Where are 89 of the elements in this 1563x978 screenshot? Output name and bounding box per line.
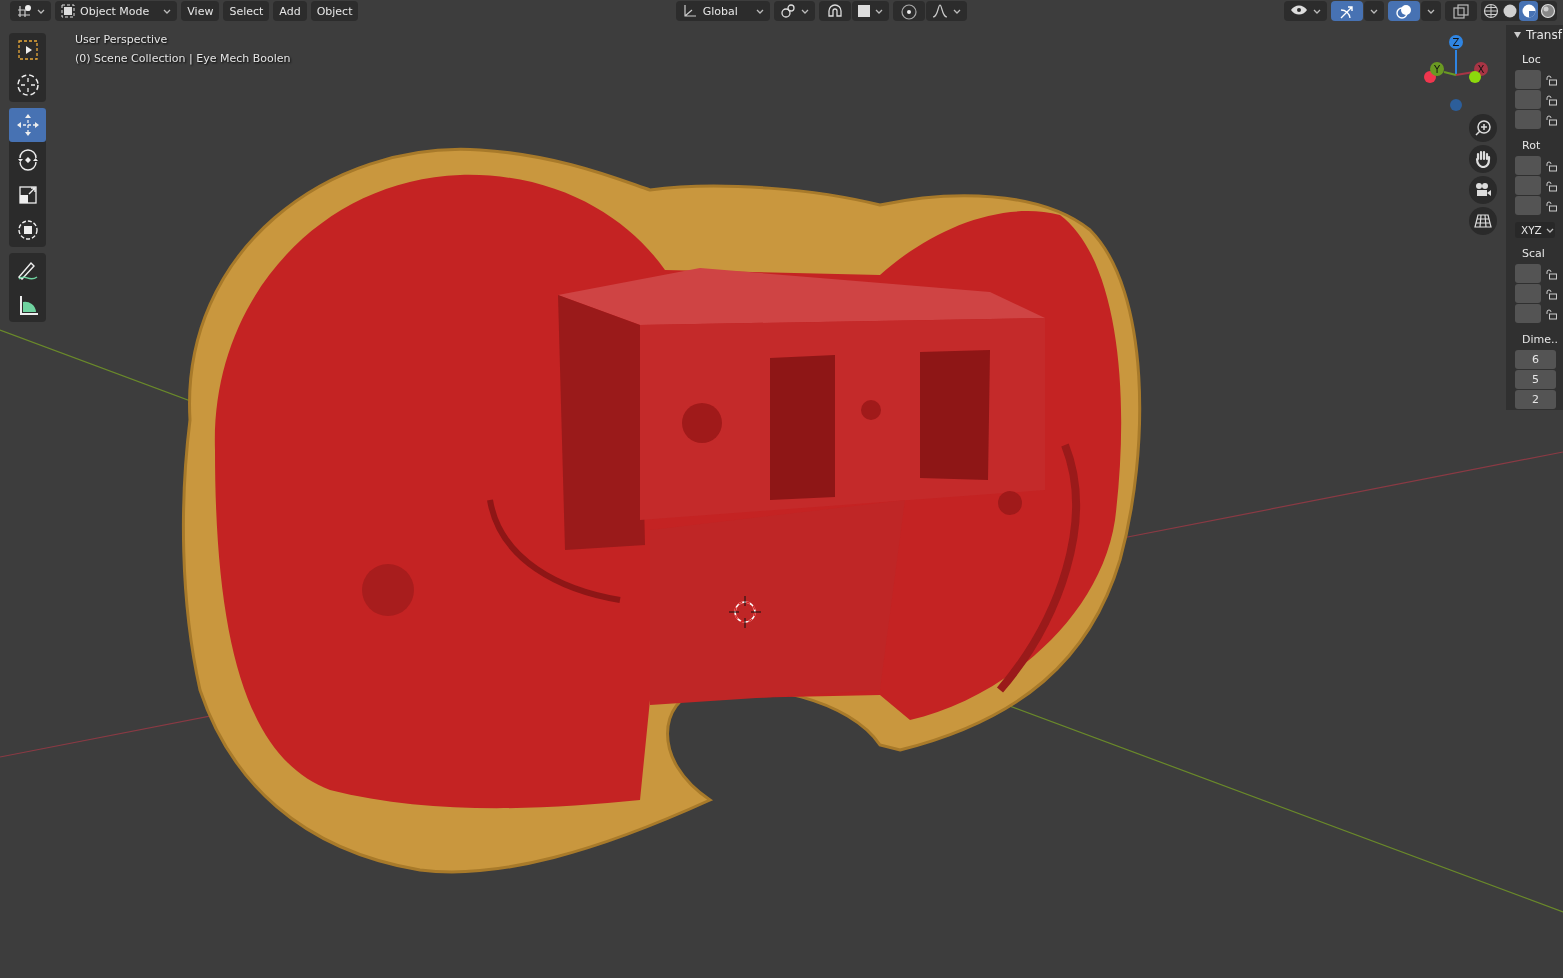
chevron-icon (163, 8, 172, 14)
rendered-shading-button[interactable] (1538, 1, 1557, 21)
chevron-icon (800, 8, 809, 14)
3d-cursor-icon (728, 595, 762, 629)
location-label: Loc (1522, 53, 1542, 67)
material-shading-button[interactable] (1519, 1, 1538, 21)
wireframe-shading-icon (1482, 3, 1499, 19)
dimension-field[interactable]: 2 (1515, 390, 1556, 409)
menu-button[interactable]: View (181, 1, 220, 21)
number-field[interactable] (1515, 284, 1541, 303)
overlays-icon (1394, 2, 1414, 20)
solid-shading-icon (1501, 3, 1518, 19)
chevron-icon (1427, 8, 1435, 14)
unlocked-padlock-icon[interactable] (1545, 160, 1557, 172)
gizmos-toggle[interactable] (1331, 1, 1363, 21)
falloff-curve-icon (931, 4, 948, 18)
chevron-icon (1545, 227, 1554, 233)
cursor-tool-icon (14, 72, 41, 98)
overlays-toggle[interactable] (1388, 1, 1420, 21)
dimensions-label: Dime.. (1522, 333, 1559, 346)
object-square-icon (61, 4, 75, 18)
grid-icon (1474, 213, 1492, 229)
pivot-dropdown[interactable] (773, 1, 815, 21)
editor-type-dropdown[interactable] (10, 1, 51, 21)
expanded-triangle-icon[interactable] (1514, 31, 1521, 38)
number-field[interactable] (1515, 110, 1541, 130)
falloff-dropdown[interactable] (925, 1, 967, 21)
view-name: User Perspective (75, 33, 169, 46)
axes-globe-icon (16, 4, 32, 18)
unlocked-padlock-icon[interactable] (1545, 200, 1557, 212)
number-field[interactable] (1515, 196, 1541, 216)
zoom-button[interactable] (1469, 114, 1497, 142)
number-field[interactable] (1515, 156, 1541, 176)
chevron-icon (874, 8, 883, 14)
linked-circles-icon (779, 3, 796, 19)
wireframe-shading-button[interactable] (1481, 1, 1500, 21)
chevron-icon (755, 8, 764, 14)
perspective-toggle-button[interactable] (1469, 207, 1497, 235)
xray-toggle[interactable] (1445, 1, 1477, 21)
gizmo-options-dropdown[interactable] (1364, 1, 1384, 21)
chevron-icon (1370, 8, 1378, 14)
proportional-toggle[interactable] (892, 1, 925, 21)
negative-x-axis-handle[interactable] (1469, 71, 1481, 83)
dimension-field[interactable]: 6 (1515, 350, 1556, 369)
movie-camera-icon (1474, 182, 1492, 198)
menu-button[interactable]: Add (273, 1, 307, 21)
y-axis-handle[interactable]: Y (1430, 62, 1444, 76)
snap-toggle[interactable] (818, 1, 851, 21)
unlocked-padlock-icon[interactable] (1545, 308, 1557, 320)
number-field[interactable] (1515, 176, 1541, 196)
pan-button[interactable] (1469, 145, 1497, 173)
chevron-icon (952, 8, 961, 14)
visibility-dropdown[interactable] (1284, 1, 1327, 21)
axes-icon (681, 3, 698, 19)
negative-z-axis-handle[interactable] (1450, 99, 1462, 111)
panel-title[interactable]: Transf (1526, 27, 1562, 42)
hand-icon (1475, 150, 1491, 168)
move-tool-button[interactable] (9, 108, 46, 142)
rendered-shading-icon (1539, 3, 1556, 19)
menu-button[interactable]: Object (310, 1, 359, 21)
overlay-options-dropdown[interactable] (1421, 1, 1441, 21)
orientation-dropdown[interactable]: Global (675, 1, 770, 21)
unlocked-padlock-icon[interactable] (1545, 288, 1557, 300)
square-icon (857, 5, 870, 17)
rotation-label: Rot (1522, 139, 1542, 153)
unlocked-padlock-icon[interactable] (1545, 74, 1557, 86)
unlocked-padlock-icon[interactable] (1545, 180, 1557, 192)
proportional-icon (898, 2, 919, 20)
dimension-field[interactable]: 5 (1515, 370, 1556, 389)
unlocked-padlock-icon[interactable] (1545, 268, 1557, 280)
xray-icon (1451, 2, 1471, 20)
chevron-icon (1313, 8, 1321, 14)
scale-label: Scal (1522, 247, 1546, 260)
number-field[interactable] (1515, 304, 1541, 323)
number-field[interactable] (1515, 70, 1541, 90)
number-field[interactable] (1515, 264, 1541, 283)
rotation-mode-dropdown[interactable]: XYZ (1515, 222, 1555, 238)
zoom-icon (1474, 119, 1492, 137)
number-field[interactable] (1515, 90, 1541, 110)
mode-dropdown[interactable]: Object Mode (55, 1, 178, 21)
unlocked-padlock-icon[interactable] (1545, 94, 1557, 106)
unlocked-padlock-icon[interactable] (1545, 114, 1557, 126)
snap-target-dropdown[interactable] (851, 1, 889, 21)
chevron-icon (37, 8, 45, 14)
menu-button[interactable]: Select (223, 1, 270, 21)
collection-label: (0) Scene Collection | Eye Mech Boolen (75, 52, 291, 65)
camera-view-button[interactable] (1469, 176, 1497, 204)
material-shading-icon (1520, 3, 1537, 19)
z-axis-handle[interactable]: Z (1449, 35, 1463, 49)
